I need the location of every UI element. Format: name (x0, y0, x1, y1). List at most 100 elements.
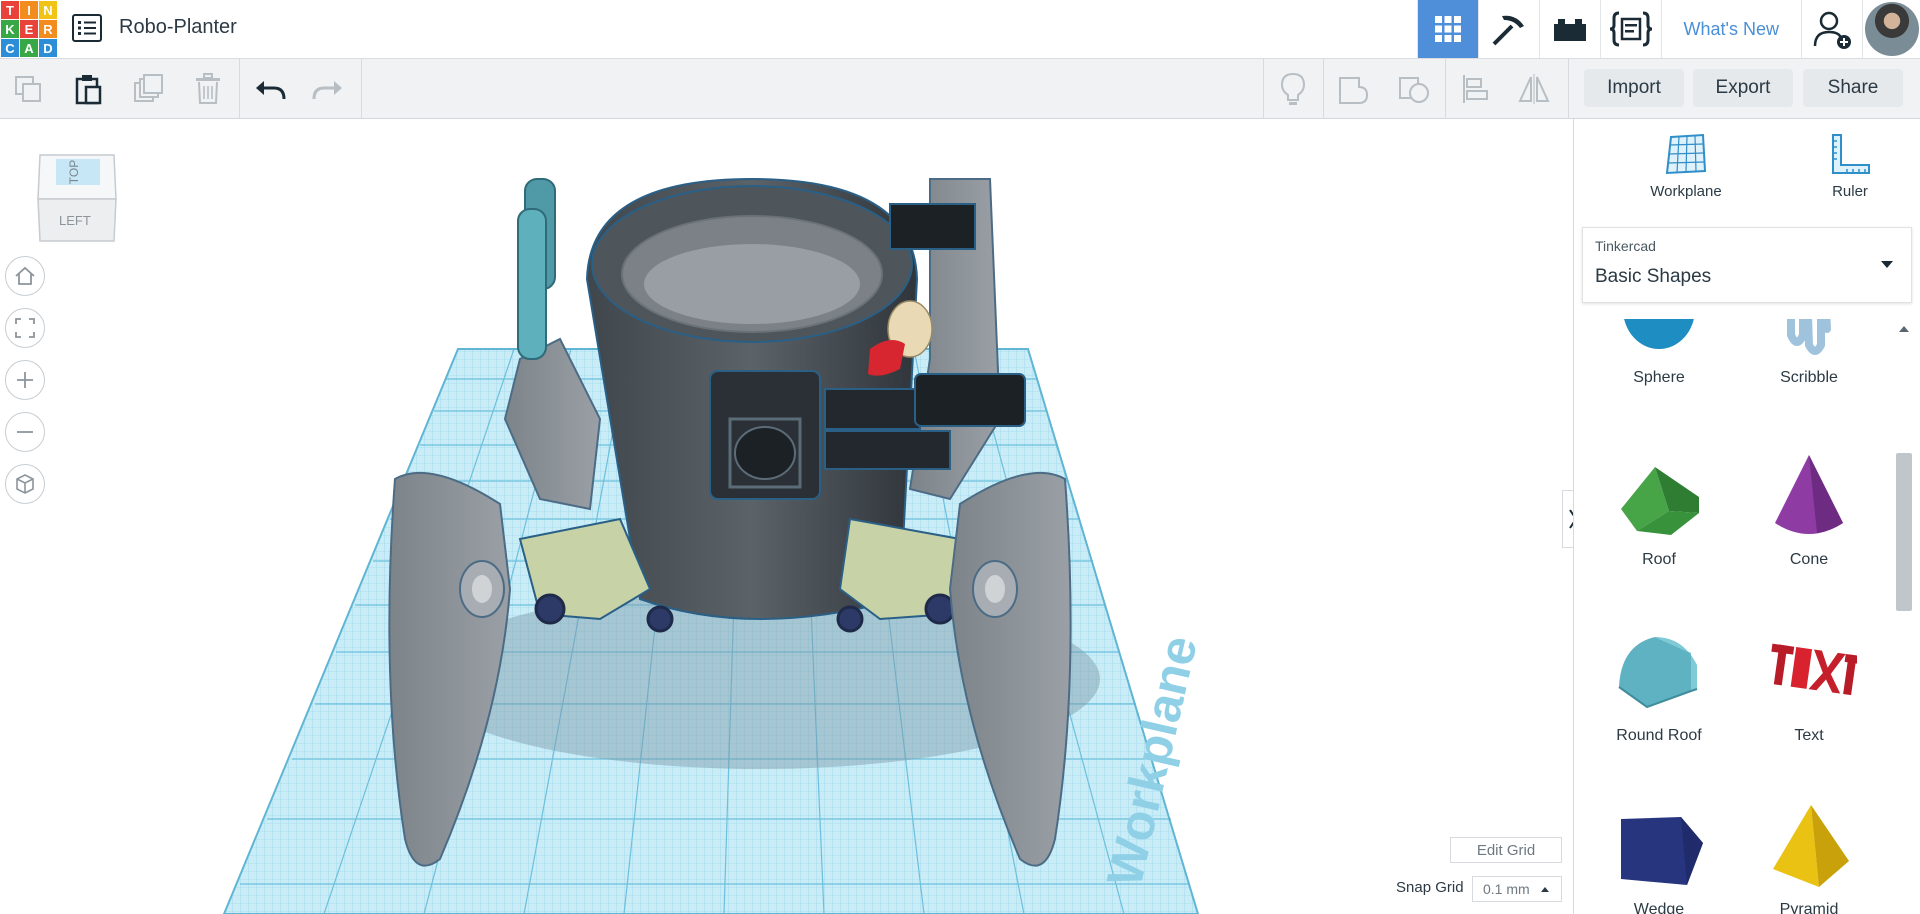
toolbar-divider (361, 59, 362, 119)
toolbar-divider (1445, 59, 1446, 119)
logo-letter: A (20, 39, 38, 57)
perspective-button[interactable] (5, 464, 45, 504)
zoom-in-button[interactable] (5, 360, 45, 400)
shape-label: Wedge (1633, 901, 1685, 914)
caret-down-icon (1881, 261, 1893, 268)
add-user-icon (1813, 11, 1851, 49)
shape-roof[interactable]: Roof (1584, 449, 1734, 569)
bricks-button[interactable] (1538, 0, 1600, 58)
tinkercad-logo[interactable]: T I N K E R C A D (0, 0, 57, 57)
invite-user-button[interactable] (1801, 0, 1862, 58)
shape-wedge[interactable]: Wedge (1584, 799, 1734, 914)
logo-letter: D (39, 39, 57, 57)
cone-icon (1775, 455, 1843, 534)
scribble-icon (1787, 319, 1831, 355)
minecraft-button[interactable] (1477, 0, 1539, 58)
align-button[interactable] (1455, 69, 1495, 109)
logo-letter: E (20, 20, 38, 38)
redo-icon (312, 81, 342, 100)
align-icon (1463, 75, 1488, 103)
trash-icon (196, 73, 220, 104)
shape-library-select[interactable]: Tinkercad Basic Shapes (1582, 227, 1912, 303)
undo-button[interactable] (250, 69, 290, 109)
caret-up-icon (1541, 887, 1549, 892)
workplane-canvas[interactable]: Workplane TOP LEFT (0, 119, 1573, 914)
user-avatar-button[interactable] (1862, 0, 1920, 58)
code-blocks-icon (1609, 11, 1652, 47)
fit-view-button[interactable] (5, 308, 45, 348)
top-right-nav: What's New (1416, 0, 1920, 58)
scroll-up-icon[interactable] (1899, 326, 1909, 332)
shapes-scrollbar-thumb[interactable] (1896, 453, 1912, 611)
copy-icon (15, 76, 41, 102)
undo-icon (256, 81, 286, 100)
library-source: Tinkercad (1595, 238, 1656, 254)
snap-grid-label: Snap Grid (1396, 879, 1464, 896)
share-button[interactable]: Share (1803, 69, 1903, 107)
snap-grid-select[interactable]: 0.1 mm (1472, 876, 1562, 902)
pickaxe-icon (1492, 15, 1524, 46)
view-cube[interactable]: TOP LEFT (36, 149, 118, 247)
workplane-icon (1665, 133, 1707, 175)
shapes-panel: Workplane Ruler Tinkercad Basic Shapes S… (1573, 119, 1920, 914)
minus-icon (17, 431, 33, 433)
lightbulb-icon (1280, 72, 1306, 105)
paste-button[interactable] (68, 69, 108, 109)
toolbar-divider (1568, 59, 1569, 119)
group-button[interactable] (1334, 69, 1374, 109)
shape-label: Pyramid (1779, 901, 1839, 914)
avatar (1864, 2, 1919, 56)
copy-button[interactable] (8, 69, 48, 109)
edit-grid-button[interactable]: Edit Grid (1450, 837, 1562, 863)
shape-pyramid[interactable]: Pyramid (1734, 799, 1884, 914)
whats-new-link[interactable]: What's New (1660, 0, 1801, 58)
export-button[interactable]: Export (1693, 69, 1793, 107)
mirror-button[interactable] (1514, 69, 1554, 109)
shape-label: Text (1794, 727, 1824, 744)
delete-button[interactable] (188, 69, 228, 109)
home-icon (15, 266, 35, 285)
project-title[interactable]: Robo-Planter (119, 16, 237, 39)
sphere-icon (1624, 319, 1694, 349)
mirror-icon (1518, 74, 1550, 104)
shape-round-roof[interactable]: Round Roof (1584, 625, 1734, 745)
project-list-icon[interactable] (72, 14, 102, 42)
workplane-tool[interactable]: Workplane (1626, 131, 1746, 200)
snap-grid-value: 0.1 mm (1483, 881, 1530, 897)
home-view-button[interactable] (5, 256, 45, 296)
zoom-out-button[interactable] (5, 412, 45, 452)
toolbar-divider (1263, 59, 1264, 119)
bricks-icon (1553, 19, 1586, 41)
shape-label: Scribble (1780, 369, 1838, 386)
view-3d-button[interactable] (1416, 0, 1478, 58)
ruler-tool[interactable]: Ruler (1790, 131, 1910, 200)
scene-view[interactable]: Workplane (0, 119, 1573, 914)
shape-label: Cone (1789, 551, 1829, 568)
round-roof-icon (1618, 637, 1698, 709)
cube-icon (16, 474, 34, 494)
logo-letter: T (1, 1, 19, 19)
shape-cone[interactable]: Cone (1734, 449, 1884, 569)
logo-letter: N (39, 1, 57, 19)
logo-letter: I (20, 1, 38, 19)
viewcube-face-label: LEFT (59, 213, 91, 228)
ungroup-icon (1399, 77, 1429, 103)
shape-sphere[interactable]: Sphere (1584, 319, 1734, 387)
plus-icon (17, 372, 33, 388)
ruler-icon (1832, 134, 1870, 174)
group-icon (1339, 77, 1369, 104)
duplicate-button[interactable] (128, 69, 168, 109)
codeblocks-button[interactable] (1599, 0, 1661, 58)
shape-text[interactable]: Text (1734, 625, 1884, 745)
shape-label: Roof (1642, 551, 1676, 568)
shapes-grid: Sphere Scribble Roof Cone Round Roof Tex… (1574, 319, 1904, 914)
shape-scribble[interactable]: Scribble (1734, 319, 1884, 387)
ungroup-button[interactable] (1394, 69, 1434, 109)
show-all-button[interactable] (1273, 69, 1313, 109)
top-bar: T I N K E R C A D Robo-Planter What's Ne… (0, 0, 1920, 59)
grid-view-icon (1434, 16, 1461, 42)
viewcube-top-label: TOP (67, 159, 82, 185)
import-button[interactable]: Import (1584, 69, 1684, 107)
redo-button[interactable] (308, 69, 348, 109)
workplane-tool-label: Workplane (1650, 183, 1722, 200)
